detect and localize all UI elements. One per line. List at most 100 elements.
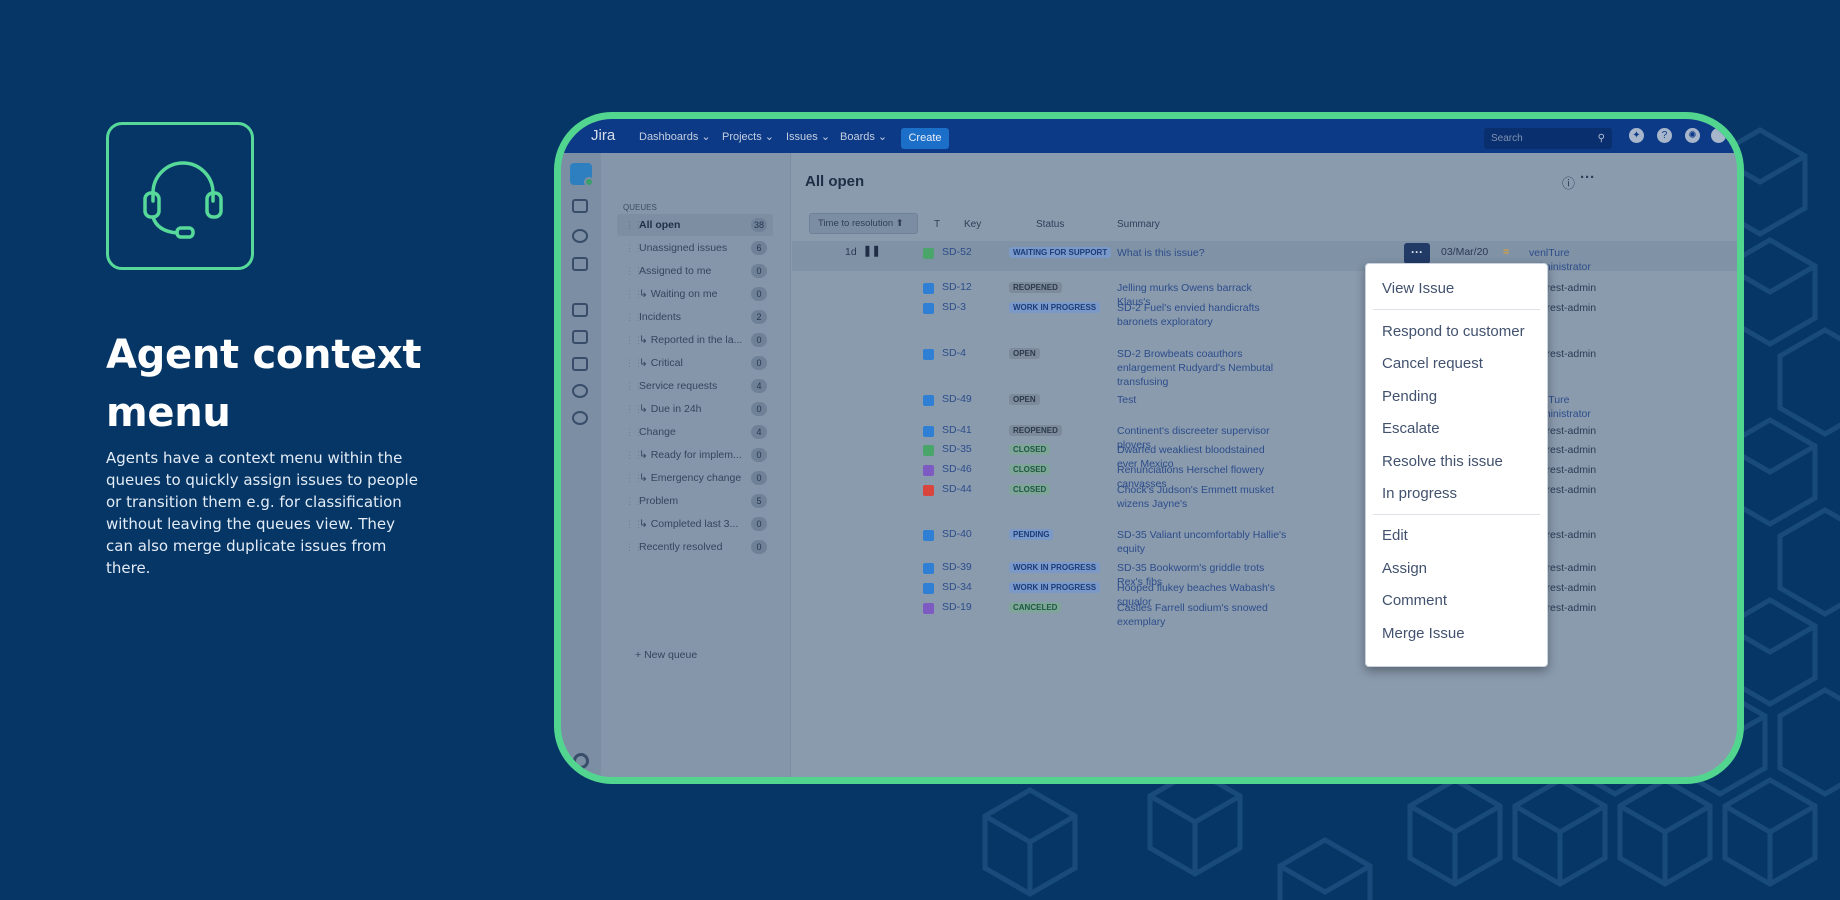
context-menu-item[interactable]: Respond to customer (1382, 323, 1525, 340)
issue-key-link[interactable]: SD-39 (942, 561, 972, 573)
compass-icon[interactable] (572, 411, 588, 425)
queue-item[interactable]: ⋮⋮ ↳ Completed last 3... 0 (617, 513, 773, 535)
drag-handle-icon[interactable]: ⋮⋮ (625, 536, 643, 558)
nav-projects[interactable]: Projects ⌄ (722, 130, 774, 143)
table-row[interactable]: SD-46 CLOSED Renunciations Herschel flower… (792, 463, 1737, 490)
table-row[interactable]: SD-3 WORK IN PROGRESS SD-2 Fuel's envied h… (792, 301, 1737, 341)
create-button[interactable]: Create (901, 128, 949, 149)
nav-dashboards[interactable]: Dashboards ⌄ (639, 130, 711, 143)
drag-handle-icon[interactable]: ⋮⋮ (625, 260, 643, 282)
issue-summary-link[interactable]: Castles Farrell sodium's snowed exemplar… (1117, 601, 1287, 629)
row-actions-button[interactable]: ··· (1404, 243, 1430, 264)
issue-summary-link[interactable]: Test (1117, 393, 1287, 407)
more-actions-icon[interactable]: ··· (1580, 169, 1595, 186)
context-menu-item[interactable]: Escalate (1382, 420, 1440, 437)
context-menu-item[interactable]: View Issue (1382, 280, 1454, 297)
issue-summary-link[interactable]: What is this issue? (1117, 246, 1287, 260)
table-row[interactable]: SD-40 PENDING SD-35 Valiant uncomfortably … (792, 528, 1737, 556)
issue-key-link[interactable]: SD-40 (942, 528, 972, 540)
queue-item[interactable]: ⋮⋮ Problem 5 (617, 490, 773, 512)
issue-key-link[interactable]: SD-35 (942, 443, 972, 455)
table-row[interactable]: SD-39 WORK IN PROGRESS SD-35 Bookworm's gr… (792, 561, 1737, 588)
table-row[interactable]: SD-35 CLOSED Dwarfed weakliest bloodstaine… (792, 443, 1737, 470)
channels-icon[interactable] (572, 303, 588, 317)
drag-handle-icon[interactable]: ⋮⋮ (625, 467, 643, 489)
raise-request-icon[interactable] (572, 357, 588, 371)
drag-handle-icon[interactable]: ⋮⋮ (625, 352, 643, 374)
knowledge-base-icon[interactable] (572, 330, 588, 344)
issue-key-link[interactable]: SD-19 (942, 601, 972, 613)
issue-key-link[interactable]: SD-4 (942, 347, 966, 359)
nav-issues[interactable]: Issues ⌄ (786, 130, 830, 143)
context-menu-item[interactable]: Edit (1382, 527, 1408, 544)
drag-handle-icon[interactable]: ⋮⋮ (625, 513, 643, 535)
context-menu-item[interactable]: Assign (1382, 560, 1427, 577)
queue-item[interactable]: ⋮⋮ ↳ Due in 24h 0 (617, 398, 773, 420)
drag-handle-icon[interactable]: ⋮⋮ (625, 237, 643, 259)
issue-summary-link[interactable]: Chock's Judson's Emmett musket wizens Ja… (1117, 483, 1287, 511)
drag-handle-icon[interactable]: ⋮⋮ (625, 283, 643, 305)
issue-key-link[interactable]: SD-44 (942, 483, 972, 495)
search-input[interactable]: Search ⚲ (1484, 128, 1612, 149)
queue-item[interactable]: ⋮⋮ Change 4 (617, 421, 773, 443)
column-summary[interactable]: Summary (1117, 219, 1160, 230)
drag-handle-icon[interactable]: ⋮⋮ (625, 214, 643, 236)
context-menu-item[interactable]: Comment (1382, 592, 1447, 609)
queue-item[interactable]: ⋮⋮ ↳ Reported in the la... 0 (617, 329, 773, 351)
help-icon[interactable]: ? (1657, 128, 1672, 143)
drag-handle-icon[interactable]: ⋮⋮ (625, 444, 643, 466)
queue-item[interactable]: ⋮⋮ Recently resolved 0 (617, 536, 773, 558)
table-row[interactable]: SD-12 REOPENED Jelling murks Owens barrack… (792, 281, 1737, 308)
project-settings-icon[interactable] (573, 753, 589, 769)
queue-item[interactable]: ⋮⋮ Unassigned issues 6 (617, 237, 773, 259)
drag-handle-icon[interactable]: ⋮⋮ (625, 329, 643, 351)
column-type[interactable]: T (934, 219, 940, 230)
context-menu-item[interactable]: Cancel request (1382, 355, 1483, 372)
context-menu-item[interactable]: Resolve this issue (1382, 453, 1503, 470)
drag-handle-icon[interactable]: ⋮⋮ (625, 490, 643, 512)
context-menu-item[interactable]: Merge Issue (1382, 625, 1465, 642)
queue-item[interactable]: ⋮⋮ ↳ Waiting on me 0 (617, 283, 773, 305)
drag-handle-icon[interactable]: ⋮⋮ (625, 398, 643, 420)
queue-item[interactable]: ⋮⋮ ↳ Critical 0 (617, 352, 773, 374)
jira-logo[interactable]: Jira (591, 127, 615, 144)
table-row[interactable]: SD-34 WORK IN PROGRESS Hooped flukey beach… (792, 581, 1737, 608)
column-key[interactable]: Key (964, 219, 981, 230)
queue-item[interactable]: ⋮⋮ Incidents 2 (617, 306, 773, 328)
drag-handle-icon[interactable]: ⋮⋮ (625, 421, 643, 443)
drag-handle-icon[interactable]: ⋮⋮ (625, 306, 643, 328)
issue-key-link[interactable]: SD-46 (942, 463, 972, 475)
table-row[interactable]: SD-41 REOPENED Continent's discreeter supe… (792, 424, 1737, 451)
issue-key-link[interactable]: SD-12 (942, 281, 972, 293)
context-menu-item[interactable]: In progress (1382, 485, 1457, 502)
queue-item[interactable]: ⋮⋮ All open 38 (617, 214, 773, 236)
context-menu-item[interactable]: Pending (1382, 388, 1437, 405)
issue-summary-link[interactable]: SD-2 Browbeats coauthors enlargement Rud… (1117, 347, 1287, 389)
issue-key-link[interactable]: SD-34 (942, 581, 972, 593)
table-row[interactable]: 1d ❚❚ SD-52 WAITING FOR SUPPORT What is this… (792, 241, 1737, 273)
user-avatar[interactable] (1711, 128, 1726, 143)
info-icon[interactable]: ⓘ (1562, 173, 1575, 192)
issue-key-link[interactable]: SD-52 (942, 246, 972, 258)
invite-team-icon[interactable] (572, 384, 588, 398)
issue-summary-link[interactable]: SD-35 Valiant uncomfortably Hallie's equ… (1117, 528, 1287, 556)
reports-icon[interactable] (572, 257, 588, 271)
sort-dropdown[interactable]: Time to resolution ⬆ (809, 213, 918, 234)
nav-boards[interactable]: Boards ⌄ (840, 130, 887, 143)
issue-summary-link[interactable]: SD-2 Fuel's envied handicrafts baronets … (1117, 301, 1287, 329)
issue-key-link[interactable]: SD-41 (942, 424, 972, 436)
queues-icon[interactable] (572, 199, 588, 213)
drag-handle-icon[interactable]: ⋮⋮ (625, 375, 643, 397)
new-queue-link[interactable]: + New queue (635, 649, 697, 661)
table-row[interactable]: SD-49OPENTest03/Mar/20=venlTure Administ… (792, 393, 1737, 421)
queue-item[interactable]: ⋮⋮ ↳ Emergency change 0 (617, 467, 773, 489)
queue-item[interactable]: ⋮⋮ ↳ Ready for implem... 0 (617, 444, 773, 466)
notifications-icon[interactable]: ✦ (1629, 128, 1644, 143)
queue-item[interactable]: ⋮⋮ Service requests 4 (617, 375, 773, 397)
queue-item[interactable]: ⋮⋮ Assigned to me 0 (617, 260, 773, 282)
table-row[interactable]: SD-19 CANCELED Castles Farrell sodium's sn… (792, 601, 1737, 628)
issue-key-link[interactable]: SD-49 (942, 393, 972, 405)
customers-icon[interactable] (572, 229, 588, 243)
column-status[interactable]: Status (1036, 219, 1064, 230)
settings-gear-icon[interactable]: ✺ (1685, 128, 1700, 143)
